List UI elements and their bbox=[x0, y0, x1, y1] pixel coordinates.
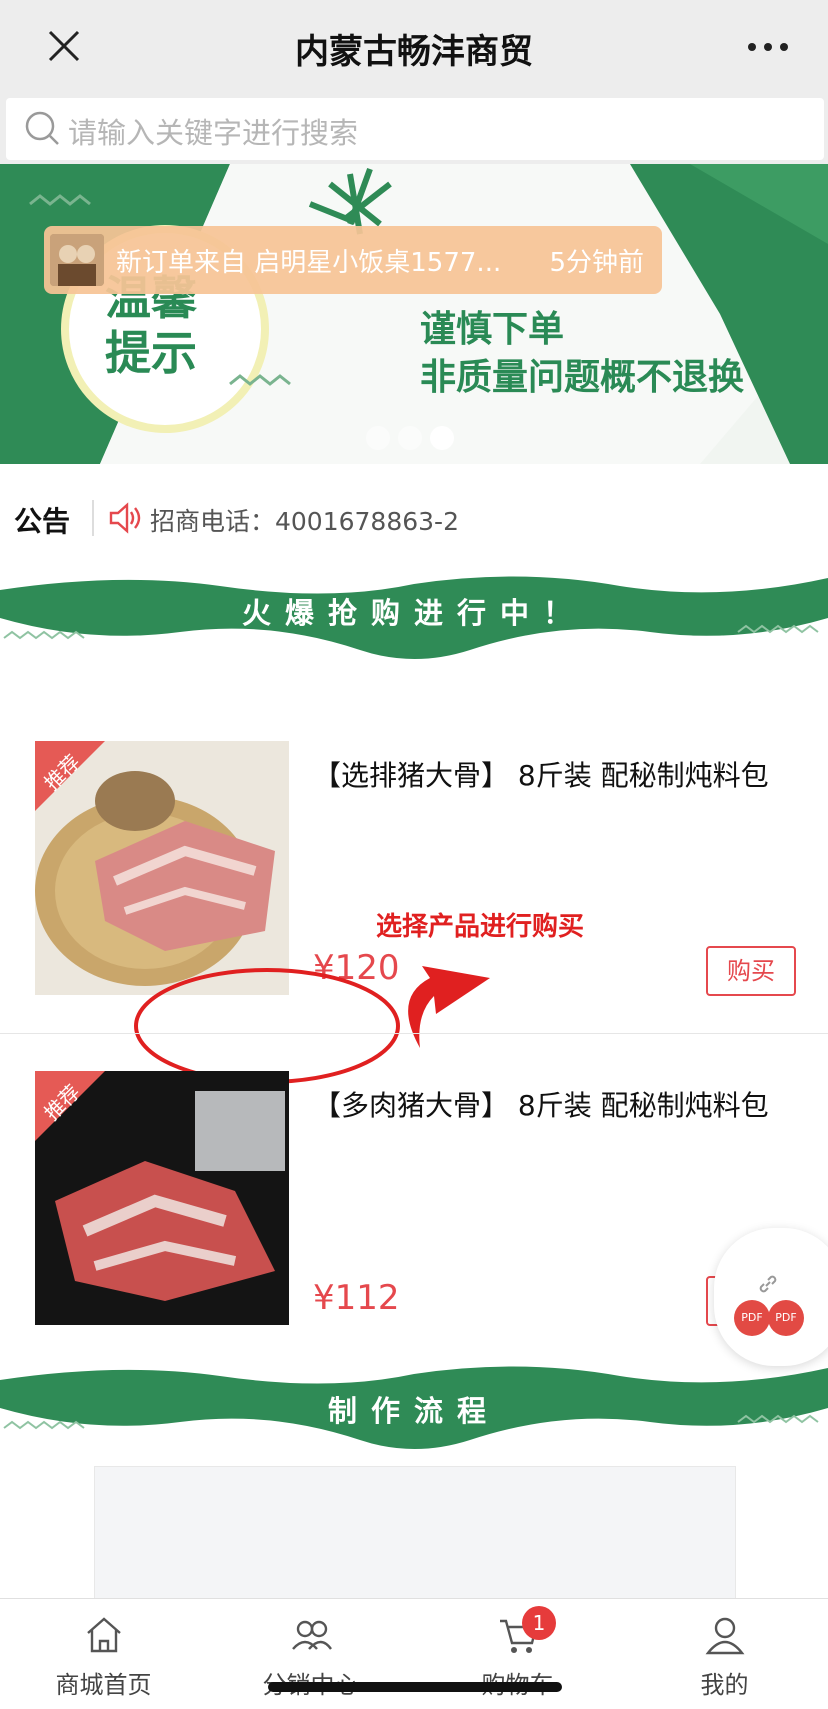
link-icon bbox=[759, 1275, 777, 1293]
tab-bar: 商城首页 分销中心 购物车 我的 bbox=[0, 1598, 828, 1709]
product-image[interactable]: 推荐 bbox=[35, 741, 289, 995]
annotation-text: 选择产品进行购买 bbox=[376, 912, 585, 942]
pdf-icon[interactable]: PDF bbox=[768, 1300, 804, 1336]
banner-background: 温馨 提示 bbox=[0, 164, 828, 464]
notice-text: 招商电话：4001678863-2 bbox=[150, 507, 459, 536]
users-icon bbox=[292, 1620, 332, 1650]
carousel-dot[interactable] bbox=[366, 426, 390, 450]
floating-pdf-button[interactable]: PDF PDF bbox=[714, 1228, 828, 1366]
tab-label: 商城首页 bbox=[55, 1671, 152, 1699]
divider bbox=[0, 1033, 828, 1034]
home-indicator bbox=[268, 1682, 562, 1692]
order-toast: 新订单来自 启明星小饭桌1577... 5分钟前 bbox=[44, 226, 662, 294]
tab-home[interactable]: 商城首页 bbox=[0, 1599, 207, 1709]
page-title: 内蒙古畅沣商贸 bbox=[295, 32, 533, 72]
speaker-icon bbox=[109, 502, 141, 534]
toast-message: 新订单来自 启明星小饭桌1577... bbox=[116, 248, 502, 278]
carousel-dot[interactable] bbox=[398, 426, 422, 450]
product-price: ¥112 bbox=[313, 1278, 400, 1318]
banner-carousel[interactable]: 温馨 提示 bbox=[0, 164, 828, 464]
divider bbox=[92, 500, 94, 536]
search-input[interactable]: 请输入关键字进行搜索 bbox=[6, 98, 824, 160]
banner-line-2: 非质量问题概不退换 bbox=[420, 357, 745, 398]
banner-line-1: 谨慎下单 bbox=[420, 309, 565, 350]
section-title: 火爆抢购进行中！ bbox=[241, 596, 586, 630]
cart-badge: 1 bbox=[522, 1606, 556, 1640]
pdf-icon[interactable]: PDF bbox=[734, 1300, 770, 1336]
svg-text:提示: 提示 bbox=[105, 326, 197, 380]
home-icon bbox=[87, 1617, 121, 1653]
section-title: 制作流程 bbox=[327, 1394, 500, 1428]
user-icon bbox=[705, 1617, 745, 1655]
buy-button[interactable]: 购买 bbox=[706, 946, 796, 996]
more-icon[interactable] bbox=[748, 40, 788, 54]
search-placeholder: 请输入关键字进行搜索 bbox=[68, 116, 359, 150]
product-name[interactable]: 【选排猪大骨】 8斤装 配秘制炖料包 bbox=[313, 754, 783, 798]
notice-label: 公告 bbox=[14, 505, 71, 538]
tab-label: 我的 bbox=[700, 1671, 749, 1699]
tab-distribution[interactable]: 分销中心 bbox=[207, 1599, 414, 1709]
tab-cart[interactable]: 购物车 bbox=[414, 1599, 621, 1709]
avatar bbox=[50, 234, 104, 286]
product-image[interactable]: 推荐 bbox=[35, 1071, 289, 1325]
tab-me[interactable]: 我的 bbox=[621, 1599, 828, 1709]
toast-time: 5分钟前 bbox=[549, 248, 644, 278]
product-name[interactable]: 【多肉猪大骨】 8斤装 配秘制炖料包 bbox=[313, 1084, 783, 1128]
search-icon bbox=[25, 111, 59, 145]
carousel-dot-active[interactable] bbox=[430, 426, 454, 450]
